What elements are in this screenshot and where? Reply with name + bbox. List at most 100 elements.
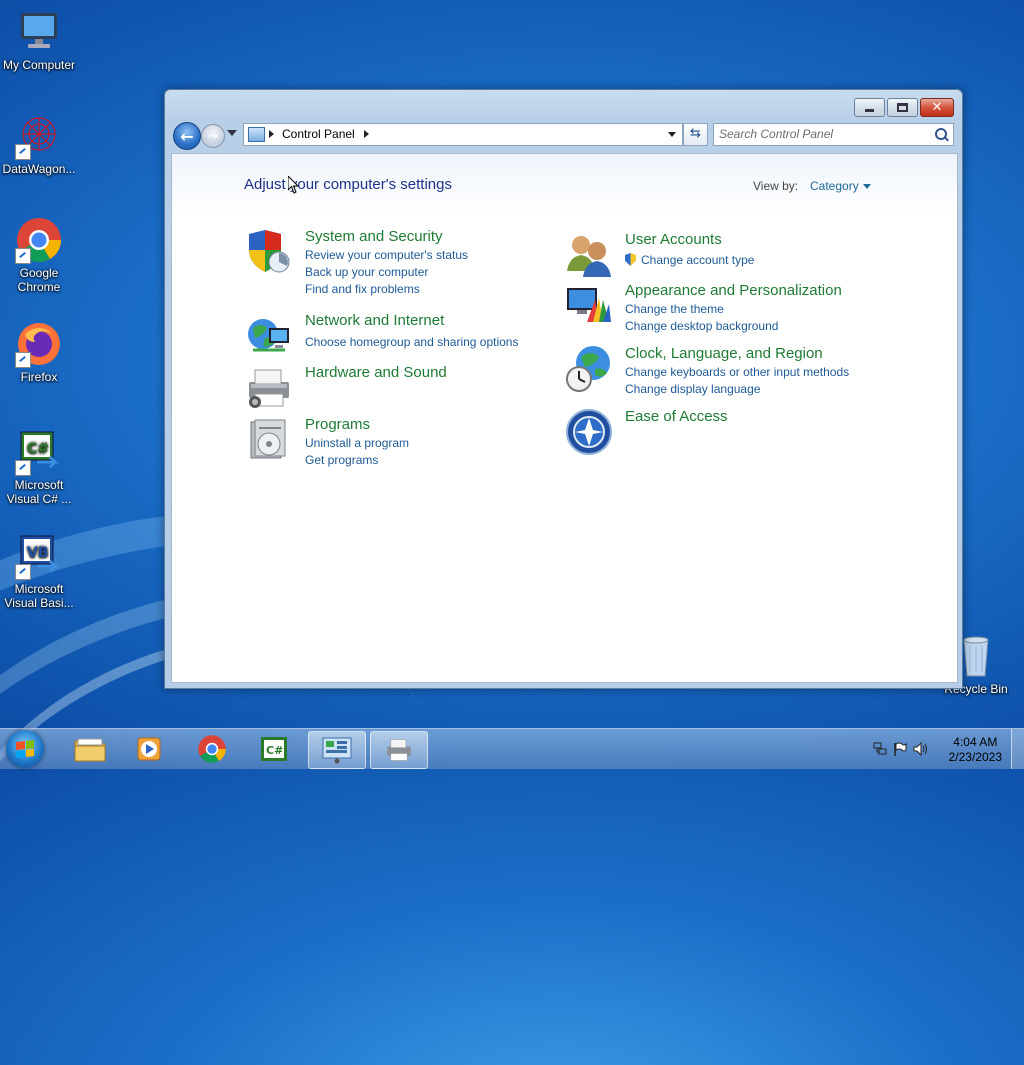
window-controls: ✕ <box>854 98 954 117</box>
taskbar-hardware-sound[interactable] <box>370 731 428 769</box>
close-button[interactable]: ✕ <box>920 98 954 117</box>
desktop-icon-label: DataWagon... <box>2 162 76 176</box>
control-panel-icon <box>322 737 352 764</box>
taskbar-explorer[interactable] <box>62 731 118 767</box>
desktop-icon-label: My Computer <box>2 58 76 72</box>
visual-csharp-icon: C# <box>15 428 63 476</box>
navigation-bar: ← → Control Panel ⇆ <box>171 122 956 150</box>
shield-icon[interactable] <box>245 228 293 276</box>
address-dropdown-icon[interactable] <box>668 132 676 137</box>
show-desktop-button[interactable] <box>1011 729 1024 769</box>
taskbar-visual-csharp[interactable]: C# <box>246 731 302 767</box>
address-bar[interactable]: Control Panel <box>243 123 683 146</box>
category-title[interactable]: Network and Internet <box>305 312 444 329</box>
category-title[interactable]: Clock, Language, and Region <box>625 345 823 362</box>
visual-csharp-icon: C# <box>261 737 287 761</box>
search-box[interactable] <box>713 123 954 146</box>
maximize-button[interactable] <box>887 98 918 117</box>
clock-time: 4:04 AM <box>953 735 998 749</box>
link-back-up[interactable]: Back up your computer <box>305 264 468 281</box>
system-tray: 4:04 AM 2/23/2023 <box>849 729 1024 769</box>
category-title[interactable]: Appearance and Personalization <box>625 282 842 299</box>
chrome-icon <box>15 216 63 264</box>
taskbar-clock[interactable]: 4:04 AM 2/23/2023 <box>949 735 1002 765</box>
svg-text:VB: VB <box>27 545 49 561</box>
link-change-desktop-background[interactable]: Change desktop background <box>625 318 778 335</box>
arrow-left-icon: ← <box>180 126 194 146</box>
link-change-account-type[interactable]: Change account type <box>625 252 754 269</box>
content-pane: Adjust your computer's settings View by:… <box>171 153 958 683</box>
arrow-right-icon: → <box>207 128 219 144</box>
minimize-icon <box>865 104 874 112</box>
desktop-icon-google-chrome[interactable]: Google Chrome <box>0 216 79 294</box>
chrome-icon <box>198 735 226 763</box>
maximize-icon <box>897 103 908 112</box>
desktop-icon-visual-basic[interactable]: VB Microsoft Visual Basi... <box>0 532 79 610</box>
breadcrumb-control-panel[interactable]: Control Panel <box>282 127 355 141</box>
search-input[interactable] <box>714 124 934 143</box>
network-tray-icon[interactable] <box>873 742 887 759</box>
category-title[interactable]: System and Security <box>305 228 443 245</box>
svg-text:C#: C# <box>266 744 283 757</box>
refresh-icon: ⇆ <box>690 126 701 141</box>
category-title[interactable]: User Accounts <box>625 231 722 248</box>
desktop-icon-my-computer[interactable]: My Computer <box>0 8 79 72</box>
windows-logo-icon <box>16 740 34 758</box>
view-by-label: View by: <box>753 179 799 193</box>
taskbar-media-player[interactable] <box>122 731 178 767</box>
users-icon[interactable] <box>565 231 613 279</box>
recent-pages-dropdown[interactable] <box>227 130 237 136</box>
view-by-value: Category <box>810 179 859 193</box>
network-icon[interactable] <box>245 312 293 360</box>
desktop-icon-label: Firefox <box>20 370 58 384</box>
firefox-icon <box>15 320 63 368</box>
printer-icon[interactable] <box>245 364 293 412</box>
page-title: Adjust your computer's settings <box>244 176 452 193</box>
control-panel-icon <box>248 127 265 142</box>
folder-icon <box>74 738 106 762</box>
clock-date: 2/23/2023 <box>948 750 1002 764</box>
minimize-button[interactable] <box>854 98 885 117</box>
category-title[interactable]: Programs <box>305 416 370 433</box>
link-change-display-language[interactable]: Change display language <box>625 381 849 398</box>
link-review-status[interactable]: Review your computer's status <box>305 247 468 264</box>
forward-button[interactable]: → <box>201 124 225 148</box>
clock-globe-icon[interactable] <box>565 345 613 393</box>
volume-icon[interactable] <box>913 741 929 759</box>
link-change-account-type-label: Change account type <box>641 253 755 267</box>
uac-shield-icon <box>625 253 636 266</box>
action-center-flag-icon[interactable] <box>893 742 907 759</box>
link-change-theme[interactable]: Change the theme <box>625 301 778 318</box>
ease-of-access-icon[interactable] <box>565 408 613 456</box>
appearance-icon[interactable] <box>565 282 613 330</box>
desktop-icon-datawagon[interactable]: DataWagon... <box>0 112 79 176</box>
category-title[interactable]: Ease of Access <box>625 408 728 425</box>
chevron-right-icon[interactable] <box>269 130 274 138</box>
view-by-dropdown[interactable]: Category <box>810 179 871 193</box>
datawagon-icon <box>15 112 63 160</box>
link-get-programs[interactable]: Get programs <box>305 452 409 469</box>
link-find-fix-problems[interactable]: Find and fix problems <box>305 281 468 298</box>
category-title[interactable]: Hardware and Sound <box>305 364 447 381</box>
close-icon: ✕ <box>931 99 943 115</box>
taskbar: C# 4:04 AM 2/23/2023 <box>0 728 1024 769</box>
link-uninstall-program[interactable]: Uninstall a program <box>305 435 409 452</box>
desktop-icon-visual-csharp[interactable]: C# Microsoft Visual C# ... <box>0 428 79 506</box>
desktop-icon-firefox[interactable]: Firefox <box>0 320 79 384</box>
programs-icon[interactable] <box>245 416 293 464</box>
taskbar-control-panel[interactable] <box>308 731 366 769</box>
search-icon[interactable] <box>935 128 947 140</box>
printer-icon <box>387 739 411 761</box>
visual-basic-icon: VB <box>15 532 63 580</box>
link-change-keyboards[interactable]: Change keyboards or other input methods <box>625 364 849 381</box>
link-homegroup-sharing[interactable]: Choose homegroup and sharing options <box>305 334 518 351</box>
refresh-button[interactable]: ⇆ <box>683 123 708 146</box>
media-player-icon <box>137 737 161 761</box>
chevron-down-icon <box>862 184 871 190</box>
start-button[interactable] <box>6 730 44 768</box>
desktop-icon-label: Microsoft Visual C# ... <box>6 478 72 506</box>
desktop-icon-label: Google Chrome <box>17 266 61 294</box>
taskbar-chrome[interactable] <box>184 731 240 767</box>
chevron-right-icon[interactable] <box>364 130 369 138</box>
back-button[interactable]: ← <box>173 122 201 150</box>
